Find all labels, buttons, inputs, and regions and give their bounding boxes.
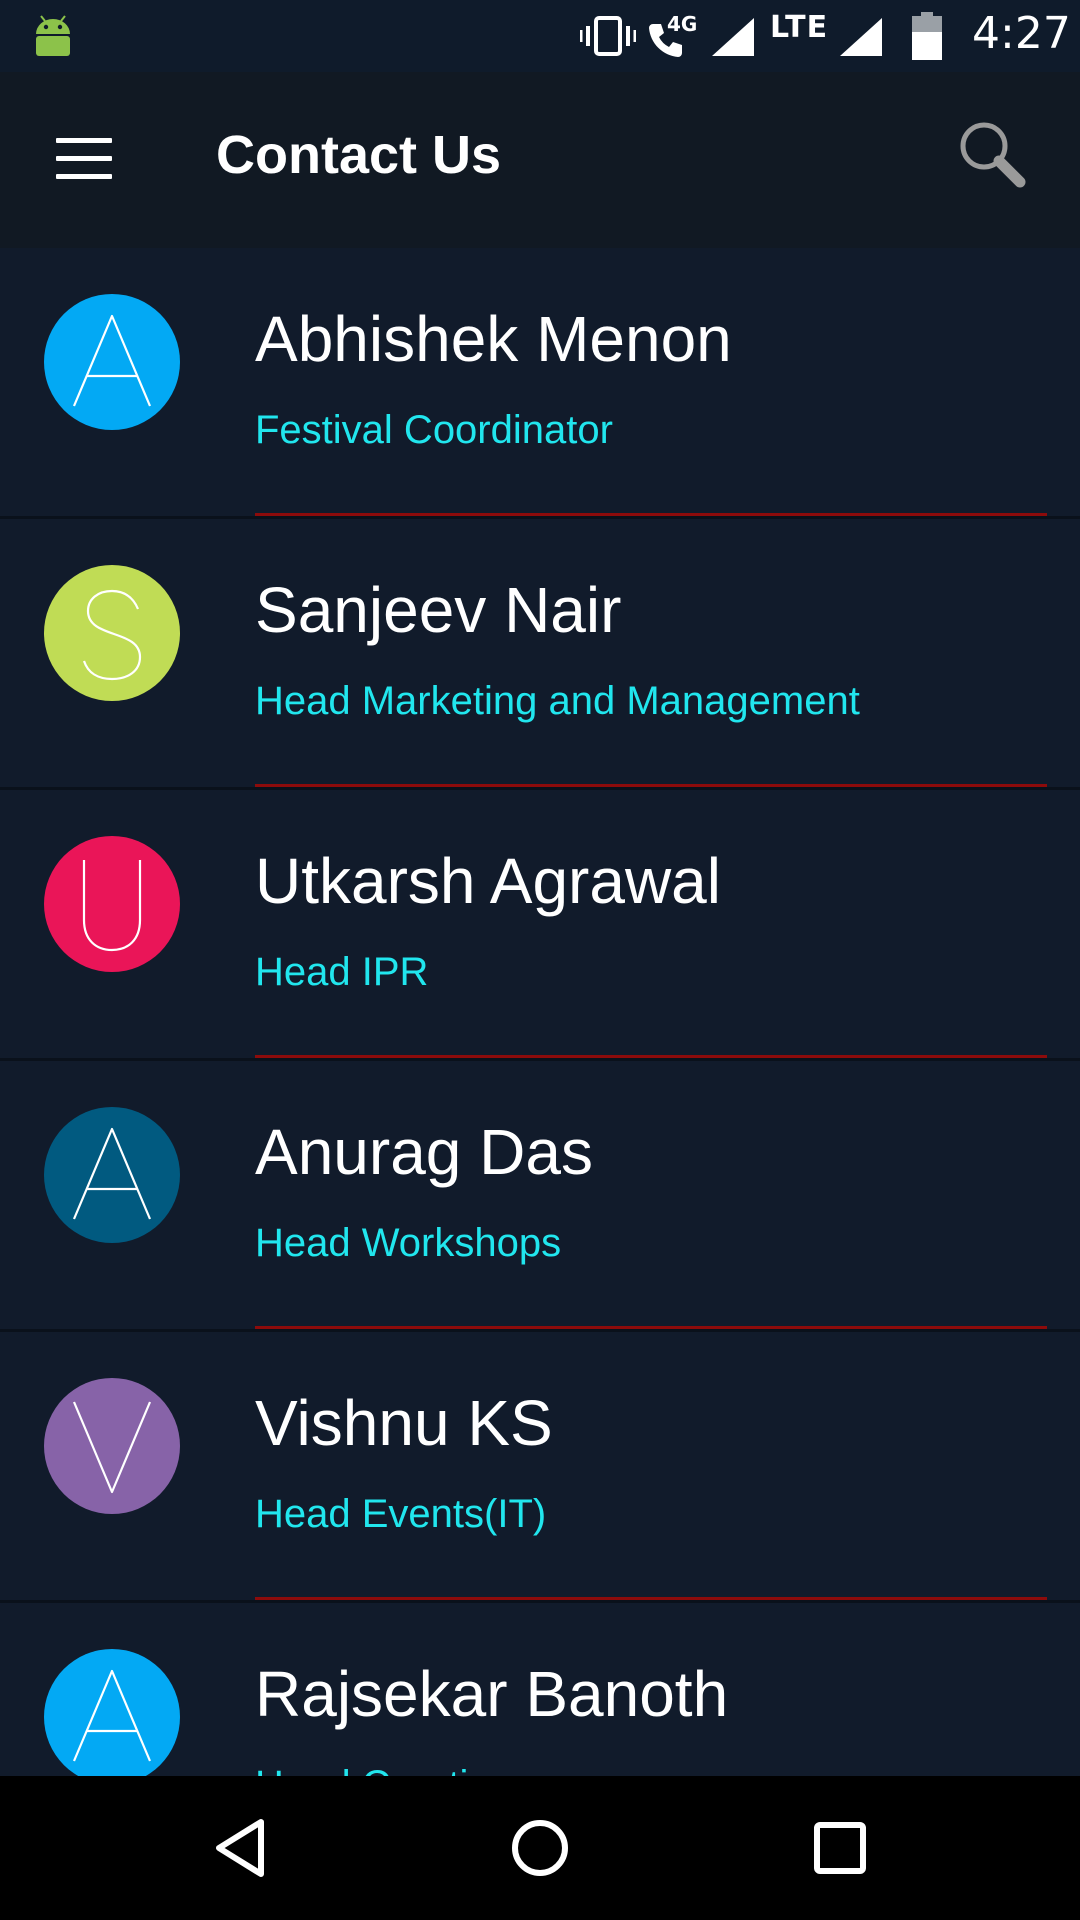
status-time: 4:27 [972,8,1071,59]
contact-name: Vishnu KS [255,1387,553,1459]
avatar-letter [82,589,142,681]
contact-list: Abhishek Menon Festival Coordinator Sanjee… [0,248,1080,1776]
contact-name: Abhishek Menon [255,303,732,375]
status-bar: 4G LTE 4:27 [0,0,1080,72]
network-type-label: LTE [770,10,829,45]
divider [255,1597,1047,1600]
contact-role: Head Creative [255,1763,511,1776]
contact-name: Anurag Das [255,1116,593,1188]
list-item[interactable]: Abhishek Menon Festival Coordinator [0,248,1080,519]
avatar [44,1649,180,1776]
avatar-letter [72,1401,152,1494]
battery-icon [912,12,942,60]
android-icon [36,15,70,56]
avatar [44,1378,180,1514]
hamburger-menu-icon[interactable] [48,132,120,188]
avatar-letter [72,1127,152,1220]
call-network-label: 4G [667,12,698,36]
avatar [44,1107,180,1243]
recents-icon[interactable] [804,1812,876,1884]
list-item[interactable]: Sanjeev Nair Head Marketing and Managemen… [0,519,1080,790]
page-title: Contact Us [216,125,502,185]
list-item[interactable]: Vishnu KS Head Events(IT) [0,1332,1080,1603]
contact-role: Head Events(IT) [255,1492,547,1536]
back-icon[interactable] [205,1812,277,1884]
avatar [44,836,180,972]
avatar-letter [72,1669,152,1762]
search-icon[interactable] [954,116,1034,196]
list-item[interactable]: Rajsekar Banoth Head Creative [0,1603,1080,1776]
avatar-letter [72,314,152,407]
divider [255,513,1047,516]
contact-name: Utkarsh Agrawal [255,845,721,917]
navigation-bar [0,1776,1080,1920]
signal-icon [712,18,754,56]
divider [255,1055,1047,1058]
contact-role: Head Workshops [255,1221,562,1265]
divider [255,1326,1047,1329]
contact-role: Head IPR [255,950,429,994]
divider [255,784,1047,787]
list-item[interactable]: Utkarsh Agrawal Head IPR [0,790,1080,1061]
avatar [44,294,180,430]
contact-name: Sanjeev Nair [255,574,622,646]
contact-role: Head Marketing and Management [255,679,860,723]
signal-icon [840,18,882,56]
wifi-call-icon: 4G [645,12,698,60]
avatar [44,565,180,701]
app-bar: Contact Us [0,72,1080,248]
vibrate-icon [580,16,636,56]
avatar-letter [82,860,142,952]
home-icon[interactable] [504,1812,576,1884]
list-item[interactable]: Anurag Das Head Workshops [0,1061,1080,1332]
contact-role: Festival Coordinator [255,408,613,452]
contact-name: Rajsekar Banoth [255,1658,729,1730]
